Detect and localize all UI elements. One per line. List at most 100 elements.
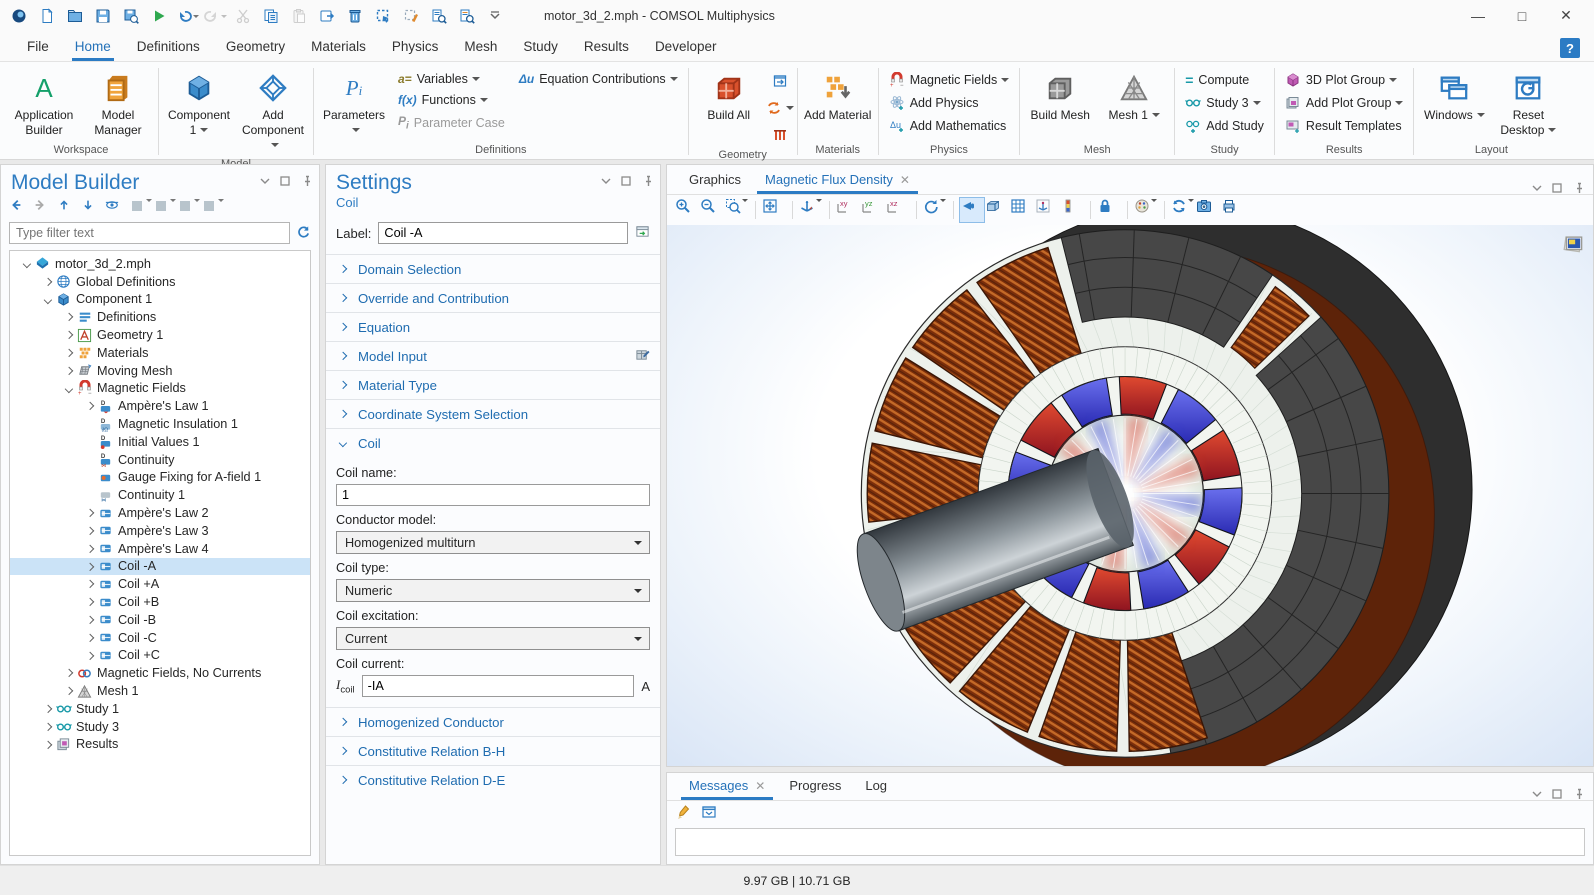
tree-item-gauge-fixing-for-a-field-1[interactable]: Gauge Fixing for A-field 1 [10,469,310,487]
view-xy-button[interactable]: xy [836,198,860,222]
tree-expander[interactable] [83,403,97,409]
orientation-axes-button[interactable] [1035,198,1059,222]
ribbon-small-import-geometry[interactable] [767,69,793,93]
tree-expander[interactable] [62,314,76,320]
print-button[interactable] [1221,198,1245,222]
zoom-extents-button[interactable] [762,198,786,222]
ribbon-button-windows[interactable]: Windows [1418,68,1490,126]
menu-tab-definitions[interactable]: Definitions [124,34,213,61]
float-window-icon[interactable] [620,175,632,187]
appearance-button[interactable] [1134,198,1158,222]
tree-item-coil-a[interactable]: Coil +A [10,575,310,593]
paste-button[interactable] [286,4,312,28]
pin-icon[interactable] [299,175,311,187]
tree-item-global-definitions[interactable]: Global Definitions [10,273,310,291]
select-box-button[interactable] [370,4,396,28]
tree-expander[interactable] [62,670,76,676]
graphics-tab-magnetic-flux-density[interactable]: Magnetic Flux Density✕ [753,167,922,194]
ribbon-item-add-plot-group[interactable]: Add Plot Group [1279,92,1409,114]
tree-expander[interactable] [83,635,97,641]
ribbon-button-reset-desktop[interactable]: Reset Desktop [1492,68,1564,141]
undo-button[interactable] [174,4,200,28]
ribbon-item-add-study[interactable]: Add Study [1179,115,1270,137]
tree-expander[interactable] [62,350,76,356]
filter-input[interactable] [9,222,290,244]
menu-tab-physics[interactable]: Physics [379,34,452,61]
tree-item-study-1[interactable]: Study 1 [10,700,310,718]
tree-expander[interactable] [62,332,76,338]
coil-name-input[interactable] [336,484,650,506]
minimize-button[interactable]: — [1456,2,1500,30]
find-button[interactable] [426,4,452,28]
save-find-button[interactable] [118,4,144,28]
tree-item-component-1[interactable]: Component 1 [10,291,310,309]
section-header[interactable]: Domain Selection [326,255,660,283]
ribbon-button-add-component[interactable]: Add Component [237,68,309,156]
float-window-icon[interactable] [1551,182,1563,194]
ribbon-item-add-physics[interactable]: Add Physics [883,92,1016,114]
update-button[interactable] [1171,198,1195,222]
transparency-button[interactable] [985,198,1009,222]
new-file-button[interactable] [34,4,60,28]
open-button[interactable] [62,4,88,28]
tree-expander[interactable] [62,386,76,392]
cut-button[interactable] [230,4,256,28]
tree-item-magnetic-fields[interactable]: +−Magnetic Fields [10,380,310,398]
tree-item-definitions[interactable]: Definitions [10,308,310,326]
ribbon-item-functions[interactable]: f(x)Functions [392,90,511,110]
move-down-button[interactable] [81,198,103,218]
section-header[interactable]: Constitutive Relation D-E [326,766,660,794]
messages-tab-messages[interactable]: Messages✕ [677,773,777,800]
tree-item-initial-values-1[interactable]: DInitial Values 1 [10,433,310,451]
lock-button[interactable] [1097,198,1121,222]
menu-tab-file[interactable]: File [14,34,62,61]
section-header[interactable]: Coordinate System Selection [326,400,660,428]
move-up-button[interactable] [57,198,79,218]
view-yz-button[interactable]: yz [861,198,885,222]
ribbon-button-model-manager[interactable]: Model Manager [82,68,154,141]
panel-corner-icons[interactable] [600,171,652,187]
ribbon-item-equation-contributions[interactable]: ΔuEquation Contributions [513,69,684,89]
rename-icon[interactable] [635,224,650,242]
show-button[interactable] [105,198,127,218]
graphics-canvas[interactable] [667,225,1593,766]
grid-button[interactable] [1010,198,1034,222]
clear-selection-button[interactable] [398,4,424,28]
tree-item-continuity-1[interactable]: ⋈Continuity 1 [10,486,310,504]
menu-tab-geometry[interactable]: Geometry [213,34,298,61]
tree-item-coil-c[interactable]: Coil -C [10,629,310,647]
menu-tab-mesh[interactable]: Mesh [451,34,510,61]
tree-item-mesh-1[interactable]: Mesh 1 [10,682,310,700]
tree-item-geometry-1[interactable]: Geometry 1 [10,326,310,344]
snapshot-button[interactable] [1196,198,1220,222]
scene-light-button[interactable] [960,198,984,222]
ribbon-button-application-builder[interactable]: AApplication Builder [8,68,80,141]
clear-messages-button[interactable] [675,804,697,824]
view-mode-dd-button[interactable] [177,198,199,218]
ribbon-item-result-templates[interactable]: Result Templates [1279,115,1409,137]
tree-expander[interactable] [83,564,97,570]
chevron-down-icon[interactable] [1531,788,1543,800]
coil-type-select[interactable]: Numeric [336,579,650,602]
refresh-icon[interactable] [296,224,311,242]
tree-expander[interactable] [41,742,55,748]
tree-item-coil-b[interactable]: Coil -B [10,611,310,629]
float-window-icon[interactable] [279,175,291,187]
rotate-button[interactable] [923,198,947,222]
tree-item-coil-c[interactable]: Coil +C [10,647,310,665]
chevron-down-icon[interactable] [259,175,271,187]
tree-item-materials[interactable]: Materials [10,344,310,362]
zoom-in-button[interactable] [675,198,699,222]
zoom-out-button[interactable] [700,198,724,222]
help-icon[interactable]: ? [1560,38,1580,58]
duplicate-button[interactable] [314,4,340,28]
close-tab-icon[interactable]: ✕ [755,779,765,793]
tree-expander[interactable] [62,688,76,694]
chevron-down-icon[interactable] [600,175,612,187]
ribbon-item-magnetic-fields[interactable]: +−Magnetic Fields [883,69,1016,91]
maximize-button[interactable]: □ [1500,2,1544,30]
tree-item-results[interactable]: Results [10,736,310,754]
tree-expander[interactable] [41,297,55,303]
ribbon-button-add-material[interactable]: Add Material [802,68,874,126]
tree-expander[interactable] [41,279,55,285]
